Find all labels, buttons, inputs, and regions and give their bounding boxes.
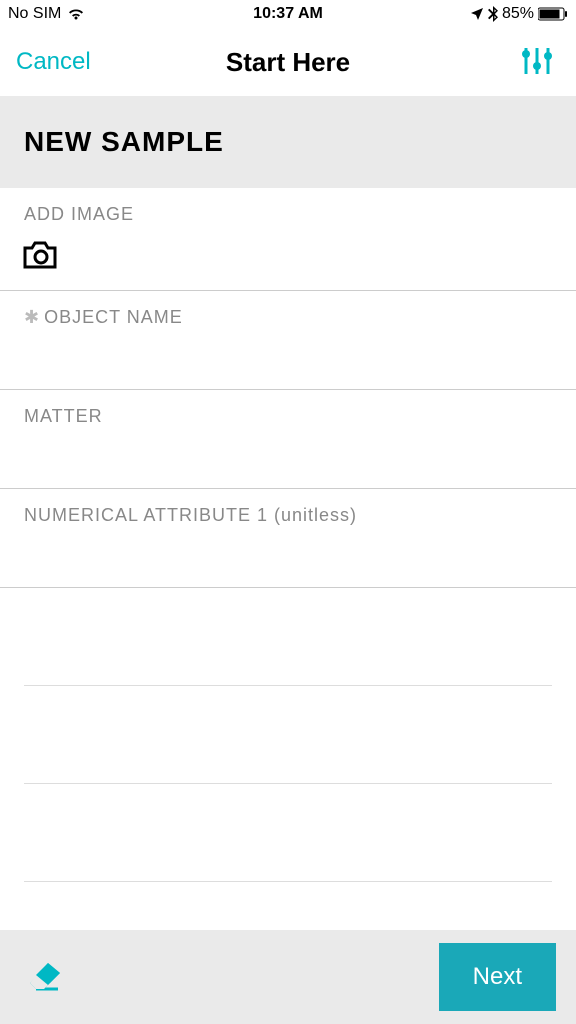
- field-num-attr-1: NUMERICAL ATTRIBUTE 1 (unitless): [0, 489, 576, 588]
- form: ADD IMAGE ✱ OBJECT NAME MATTER NUMERICAL…: [0, 188, 576, 882]
- footer: Next: [0, 930, 576, 1024]
- camera-icon: [22, 239, 60, 271]
- matter-input[interactable]: [0, 433, 576, 488]
- add-image-label: ADD IMAGE: [0, 188, 576, 231]
- empty-field-3: [24, 784, 552, 882]
- cancel-button[interactable]: Cancel: [16, 48, 91, 76]
- eraser-icon: [28, 961, 64, 991]
- num-attr-1-label: NUMERICAL ATTRIBUTE 1 (unitless): [0, 489, 576, 532]
- num-attr-1-input[interactable]: [0, 532, 576, 587]
- sliders-icon: [518, 44, 556, 78]
- battery-icon: [538, 7, 568, 21]
- empty-field-1: [24, 588, 552, 686]
- field-object-name: ✱ OBJECT NAME: [0, 291, 576, 390]
- add-image-button[interactable]: [22, 239, 60, 274]
- bluetooth-icon: [488, 6, 498, 22]
- required-star-icon: ✱: [24, 307, 40, 328]
- section-header: NEW SAMPLE: [0, 96, 576, 188]
- settings-sliders-button[interactable]: [514, 40, 560, 85]
- wifi-icon: [67, 8, 85, 21]
- carrier-text: No SIM: [8, 5, 61, 23]
- location-icon: [470, 7, 484, 21]
- nav-title: Start Here: [226, 47, 350, 78]
- battery-percent: 85%: [502, 5, 534, 23]
- field-matter: MATTER: [0, 390, 576, 489]
- empty-field-2: [24, 686, 552, 784]
- field-add-image: ADD IMAGE: [0, 188, 576, 291]
- object-name-label: OBJECT NAME: [44, 307, 183, 328]
- status-bar: No SIM 10:37 AM 85%: [0, 0, 576, 28]
- matter-label: MATTER: [0, 390, 576, 433]
- next-button[interactable]: Next: [439, 943, 556, 1011]
- nav-bar: Cancel Start Here: [0, 28, 576, 96]
- section-title: NEW SAMPLE: [24, 126, 552, 158]
- status-time: 10:37 AM: [253, 5, 323, 23]
- eraser-button[interactable]: [20, 953, 72, 1002]
- object-name-input[interactable]: [0, 334, 576, 389]
